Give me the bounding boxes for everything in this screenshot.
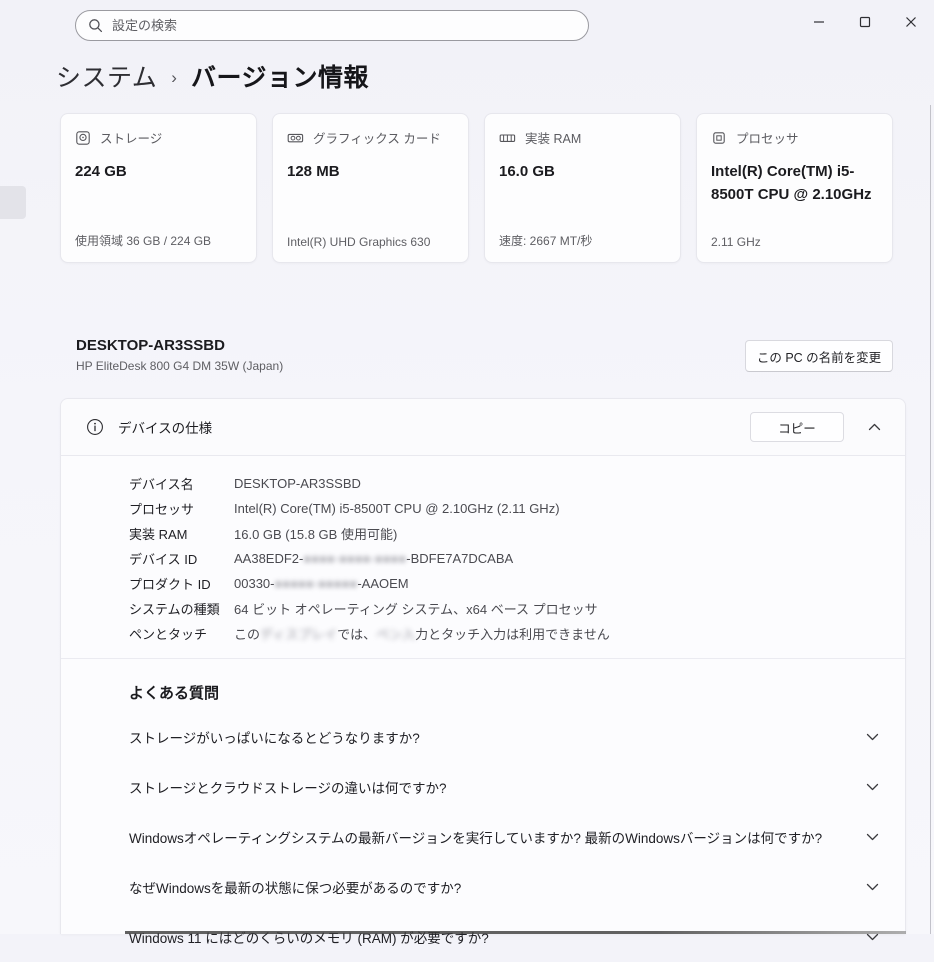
device-specs-title: デバイスの仕様 [118, 417, 212, 437]
card-caption: Intel(R) UHD Graphics 630 [287, 235, 430, 249]
redacted-device-id: ●●●●-●●●●-●●●● [303, 551, 406, 566]
page-title: バージョン情報 [191, 58, 369, 94]
faq-item-cloud-storage[interactable]: ストレージとクラウドストレージの違いは何ですか? [61, 762, 905, 812]
spec-row-processor: プロセッサ Intel(R) Core(TM) i5-8500T CPU @ 2… [129, 496, 905, 521]
chevron-down-icon[interactable] [866, 833, 879, 841]
device-name: DESKTOP-AR3SSBD [76, 337, 283, 354]
nav-sliver [0, 186, 26, 219]
faq-item-keep-updated[interactable]: なぜWindowsを最新の状態に保つ必要があるのですか? [61, 862, 905, 912]
rename-pc-button[interactable]: この PC の名前を変更 [745, 340, 893, 372]
device-specs-expander[interactable]: デバイスの仕様 コピー [61, 399, 905, 456]
window-controls [796, 0, 934, 44]
minimize-button[interactable] [796, 0, 842, 44]
spec-row-product-id: プロダクト ID 00330-●●●●●-●●●●●-AAOEM [129, 571, 905, 596]
card-value: 224 GB [75, 160, 247, 183]
card-caption: 2.11 GHz [711, 235, 761, 249]
spec-rows: デバイス名 DESKTOP-AR3SSBD プロセッサ Intel(R) Cor… [61, 456, 905, 646]
device-specs-panel: デバイスの仕様 コピー デバイス名 DESKTOP-AR3SSBD プロセッサ … [60, 398, 906, 934]
spec-row-ram: 実装 RAM 16.0 GB (15.8 GB 使用可能) [129, 521, 905, 546]
faq-item-storage-full[interactable]: ストレージがいっぱいになるとどうなりますか? [61, 712, 905, 762]
spec-row-pen-touch: ペンとタッチ このディスプレイでは、ペン入力とタッチ入力は利用できません [129, 621, 905, 646]
device-model: HP EliteDesk 800 G4 DM 35W (Japan) [76, 359, 283, 373]
chevron-down-icon[interactable] [866, 933, 879, 941]
ram-icon [499, 130, 516, 146]
chevron-up-icon[interactable] [868, 423, 881, 431]
search-icon [88, 18, 103, 33]
spec-row-device-name: デバイス名 DESKTOP-AR3SSBD [129, 471, 905, 496]
card-caption: 速度: 2667 MT/秒 [499, 232, 592, 249]
storage-card: ストレージ 224 GB 使用領域 36 GB / 224 GB [60, 113, 257, 263]
card-value: Intel(R) Core(TM) i5-8500T CPU @ 2.10GHz [711, 160, 883, 207]
search-input[interactable] [112, 18, 576, 33]
card-label: グラフィックス カード [313, 128, 441, 147]
faq-title: よくある質問 [129, 682, 905, 703]
card-caption: 使用領域 36 GB / 224 GB [75, 232, 211, 249]
card-value: 16.0 GB [499, 160, 671, 183]
faq-item-ram-requirement[interactable]: Windows 11 にはどのくらいのメモリ (RAM) が必要ですか? [61, 912, 905, 962]
processor-card: プロセッサ Intel(R) Core(TM) i5-8500T CPU @ 2… [696, 113, 893, 263]
storage-icon [75, 130, 91, 146]
graphics-card: グラフィックス カード 128 MB Intel(R) UHD Graphics… [272, 113, 469, 263]
settings-search-box[interactable] [75, 10, 589, 41]
info-icon [86, 418, 104, 436]
breadcrumb-system[interactable]: システム [56, 58, 157, 94]
copy-button[interactable]: コピー [750, 412, 844, 442]
card-label: ストレージ [100, 128, 162, 147]
spec-row-device-id: デバイス ID AA38EDF2-●●●●-●●●●-●●●●-BDFE7A7D… [129, 546, 905, 571]
device-header: DESKTOP-AR3SSBD HP EliteDesk 800 G4 DM 3… [76, 337, 283, 373]
right-window-edge [930, 105, 931, 934]
chevron-down-icon[interactable] [866, 733, 879, 741]
breadcrumb-separator-icon: › [171, 65, 177, 88]
breadcrumb: システム › バージョン情報 [56, 58, 369, 94]
processor-icon [711, 130, 727, 146]
close-button[interactable] [888, 0, 934, 44]
chevron-down-icon[interactable] [866, 883, 879, 891]
card-label: 実装 RAM [525, 128, 581, 147]
faq-item-latest-version[interactable]: Windowsオペレーティングシステムの最新バージョンを実行していますか? 最新… [61, 812, 905, 862]
graphics-card-icon [287, 130, 304, 146]
settings-window: システム › バージョン情報 ストレージ 224 GB 使用領域 36 GB /… [0, 0, 934, 934]
spec-row-system-type: システムの種類 64 ビット オペレーティング システム、x64 ベース プロセ… [129, 596, 905, 621]
redacted-product-id: ●●●●●-●●●●● [274, 576, 357, 591]
card-label: プロセッサ [736, 128, 799, 147]
card-value: 128 MB [287, 160, 459, 183]
faq-section: よくある質問 ストレージがいっぱいになるとどうなりますか? ストレージとクラウド… [61, 659, 905, 962]
ram-card: 実装 RAM 16.0 GB 速度: 2667 MT/秒 [484, 113, 681, 263]
chevron-down-icon[interactable] [866, 783, 879, 791]
maximize-button[interactable] [842, 0, 888, 44]
spec-cards: ストレージ 224 GB 使用領域 36 GB / 224 GB グラフィックス… [60, 113, 893, 263]
